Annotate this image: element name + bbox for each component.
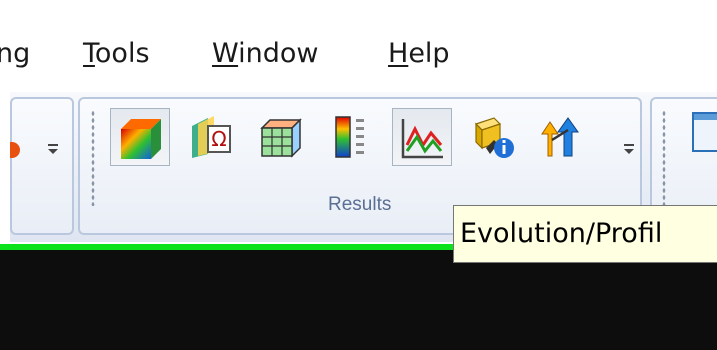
evolution-profile-chart-icon [401, 119, 443, 159]
menu-item-help-mnemonic: H [388, 38, 409, 69]
flow-arrows-button[interactable] [532, 108, 592, 166]
mesh-cube-button[interactable] [252, 108, 312, 166]
element-info-button[interactable] [462, 108, 522, 166]
tooltip-text: Evolution/Profil [460, 218, 663, 249]
cut-plane-button[interactable]: Ω [180, 108, 240, 166]
window-layout-icon[interactable] [692, 112, 717, 152]
tooltip: Evolution/Profil [453, 205, 717, 263]
menu-item-window-mnemonic: W [212, 38, 239, 69]
menu-item-window[interactable]: Window [212, 32, 318, 76]
viewport[interactable] [0, 250, 717, 350]
menu-item-tools-mnemonic: T [83, 38, 95, 69]
svg-text:Ω: Ω [211, 127, 226, 151]
menu-item-help-label: elp [408, 38, 450, 69]
toolbar-grip[interactable] [91, 110, 95, 206]
cut-plane-omega-icon: Ω [192, 116, 231, 158]
results-group-label: Results [328, 194, 392, 215]
overflow-chevron-icon[interactable] [46, 142, 60, 156]
mesh-cube-icon [260, 118, 302, 158]
overflow-chevron-icon[interactable] [622, 142, 636, 156]
menu-bar: ng Tools Window Help [0, 0, 717, 92]
menu-item-window-label: indow [238, 38, 319, 69]
menu-item-tools[interactable]: Tools [83, 32, 150, 76]
menu-item-partial-label: ng [0, 38, 31, 69]
evolution-profile-button[interactable] [392, 108, 452, 166]
menu-item-partial[interactable]: ng [0, 32, 30, 76]
iso-volume-button[interactable] [110, 108, 170, 166]
color-scale-button[interactable] [322, 108, 382, 166]
toolbar-group-previous [10, 97, 74, 235]
menu-item-help[interactable]: Help [388, 32, 450, 76]
menu-item-tools-label: ools [94, 38, 150, 69]
element-info-icon [474, 117, 514, 158]
toolbar-grip[interactable] [662, 110, 666, 206]
iso-volume-icon [121, 119, 161, 159]
flow-arrows-icon [541, 117, 579, 157]
color-scale-legend-icon [335, 116, 364, 158]
